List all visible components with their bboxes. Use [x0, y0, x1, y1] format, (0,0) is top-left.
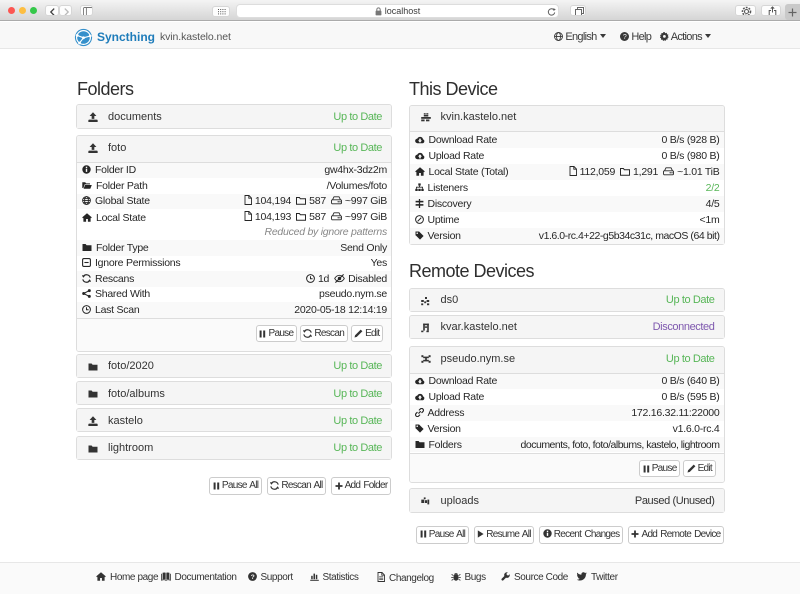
svg-text:?: ? — [250, 574, 254, 581]
